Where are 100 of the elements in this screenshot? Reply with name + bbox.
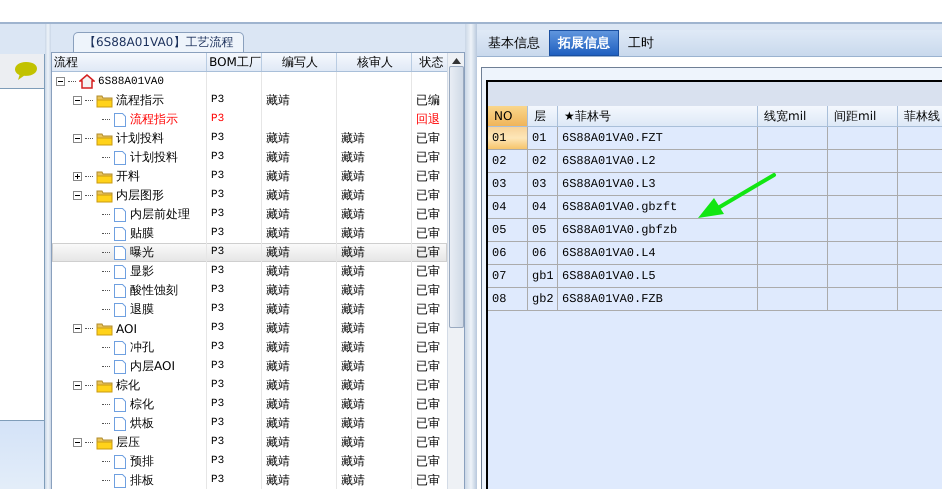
table-cell: 已审 [416,188,440,202]
table-cell: 藏靖 [341,378,365,392]
collapse-icon[interactable] [73,191,82,200]
node-label: 开料 [116,168,140,185]
table-cell: 05 [528,219,558,242]
splitter-bar[interactable] [465,24,477,489]
column-header[interactable]: 线宽mil [758,106,828,127]
document-icon [113,244,127,260]
column-header[interactable]: 编写人 [262,53,337,71]
tab[interactable]: 拓展信息 [549,30,619,56]
collapse-icon[interactable] [73,134,82,143]
row-number-cell[interactable]: 04 [488,196,528,219]
row-number-cell[interactable]: 07 [488,265,528,288]
table-cell: P3 [211,417,224,429]
table-cell: P3 [211,398,224,410]
row-number-cell[interactable]: 01 [488,127,528,150]
table-cell: 藏靖 [266,169,290,183]
node-label: 流程指示 [116,92,164,109]
group-title: 【6S88A01VA0】工艺流程 [73,32,244,52]
scroll-up-icon[interactable] [452,58,460,64]
table-cell: 藏靖 [341,302,365,316]
scrollbar-track[interactable] [447,53,464,489]
table-cell: 回退 [416,112,440,126]
table-cell: 藏靖 [341,131,365,145]
column-header[interactable]: BOM工厂 [207,53,262,71]
document-icon [113,416,127,432]
table-cell: 藏靖 [266,131,290,145]
table-cell: 06 [528,242,558,265]
table-cell: 藏靖 [266,207,290,221]
table-cell: 已审 [416,397,440,411]
house-icon [79,74,95,89]
table-cell: 藏靖 [266,226,290,240]
table-cell: 藏靖 [266,264,290,278]
column-header[interactable]: NO [488,106,528,127]
table-cell: 藏靖 [341,454,365,468]
node-label: 棕化 [130,396,154,413]
column-header[interactable]: 层 [528,106,558,127]
node-label: 排板 [130,472,154,489]
table-cell: 已审 [416,416,440,430]
collapse-icon[interactable] [73,381,82,390]
collapse-icon[interactable] [56,77,65,86]
node-label: 酸性蚀刻 [130,282,178,299]
table-cell: P3 [211,265,224,277]
document-icon [113,302,127,318]
row-number-cell[interactable]: 06 [488,242,528,265]
node-label: 流程指示 [130,111,178,128]
table-cell: P3 [211,455,224,467]
document-icon [113,264,127,280]
table-cell: P3 [211,170,224,182]
node-label: 计划投料 [116,130,164,147]
column-header[interactable]: 流程 [52,53,207,71]
table-cell: P3 [211,113,224,125]
table-cell: 已审 [416,150,440,164]
row-number-cell[interactable]: 05 [488,219,528,242]
table-cell: 藏靖 [341,397,365,411]
table-cell: P3 [211,132,224,144]
splitter-bar[interactable] [45,24,51,489]
document-icon [113,282,127,298]
collapse-icon[interactable] [73,324,82,333]
collapse-icon[interactable] [73,96,82,105]
table-cell: 藏靖 [341,264,365,278]
tab[interactable]: 工时 [619,30,663,56]
node-label: 内层AOI [130,358,175,375]
collapse-icon[interactable] [73,438,82,447]
table-cell: 藏靖 [266,435,290,449]
table-cell: 藏靖 [266,93,290,107]
table-cell: 藏靖 [341,226,365,240]
row-number-cell[interactable]: 03 [488,173,528,196]
table-cell: 藏靖 [266,150,290,164]
row-number-cell[interactable]: 08 [488,288,528,311]
column-header[interactable]: ★菲林号 [558,106,758,127]
folder-icon [96,94,113,108]
node-label: 贴膜 [130,225,154,242]
table-cell: 已审 [416,321,440,335]
table-cell: P3 [211,322,224,334]
node-label: 内层图形 [116,187,164,204]
table-cell: 已审 [416,435,440,449]
table-cell: 藏靖 [341,359,365,373]
table-cell: P3 [211,246,224,258]
table-cell: 藏靖 [341,207,365,221]
folder-icon [96,322,113,336]
column-header[interactable]: 核审人 [337,53,412,71]
column-header[interactable]: 菲林线 [898,106,942,127]
speech-bubble-icon[interactable] [14,61,38,81]
expand-icon[interactable] [73,172,82,181]
table-cell: 藏靖 [341,416,365,430]
table-cell: P3 [211,284,224,296]
table-cell: 藏靖 [266,245,290,259]
scrollbar-thumb[interactable] [448,66,464,328]
table-cell: 6S88A01VA0.L3 [558,173,758,196]
tree-row[interactable]: 曝光 P3 藏靖 藏靖 已审 [52,243,447,262]
table-cell: P3 [211,379,224,391]
table-cell: 藏靖 [341,188,365,202]
column-header[interactable]: 间距mil [828,106,898,127]
folder-icon [96,436,113,450]
table-cell: 藏靖 [266,378,290,392]
tab[interactable]: 基本信息 [479,30,549,56]
row-number-cell[interactable]: 02 [488,150,528,173]
document-icon [113,454,127,470]
table-cell: 藏靖 [341,321,365,335]
